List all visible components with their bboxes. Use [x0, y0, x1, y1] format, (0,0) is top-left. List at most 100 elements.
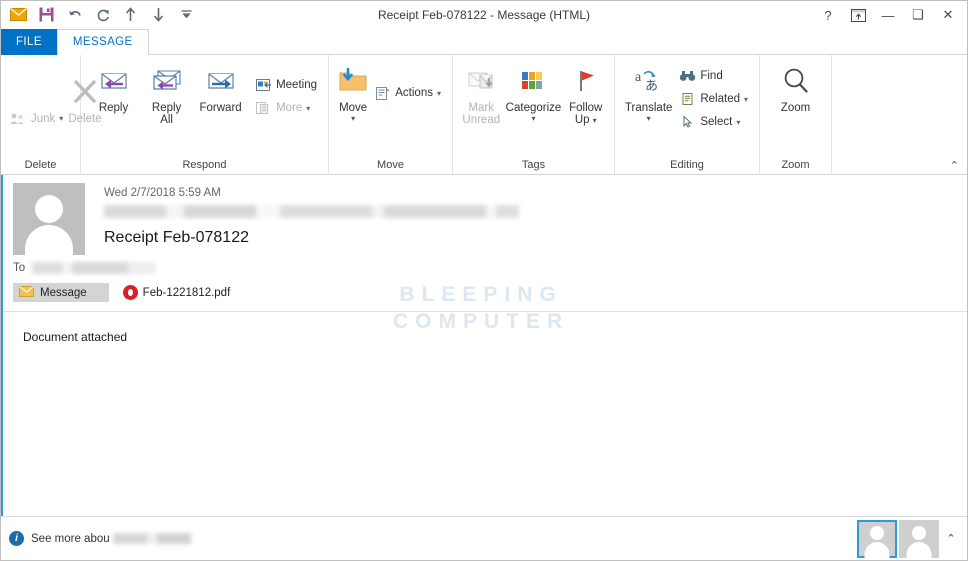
actions-label: Actions [395, 87, 433, 99]
more-caret-icon: ▾ [306, 103, 311, 113]
close-button[interactable]: ✕ [933, 2, 963, 28]
mark-unread-button[interactable]: Mark Unread [459, 60, 504, 138]
translate-icon: a あ [632, 64, 666, 98]
tab-file[interactable]: FILE [1, 29, 57, 55]
people-pane-collapse-icon[interactable]: ⌃ [941, 532, 961, 545]
junk-label: Junk [31, 112, 56, 125]
quick-access-toolbar [1, 5, 196, 24]
more-button[interactable]: More ▾ [252, 97, 322, 119]
people-pane-contact-2[interactable] [899, 519, 939, 558]
next-item-icon[interactable] [149, 5, 168, 24]
message-tab-label: Message [40, 286, 87, 299]
select-label: Select [700, 116, 733, 128]
reply-all-icon [150, 64, 184, 98]
see-more-label: See more abou [31, 532, 110, 545]
categorize-button[interactable]: Categorize ▾ [504, 60, 564, 138]
meeting-button[interactable]: Meeting [252, 74, 322, 96]
ribbon: Junk ▾ Delete Delete Reply Reply All For… [1, 55, 967, 175]
attachment-item[interactable]: Feb-1221812.pdf [122, 285, 231, 300]
categorize-label: Categorize [505, 102, 562, 114]
ribbon-group-delete: Junk ▾ Delete Delete [1, 55, 102, 174]
maximize-button[interactable]: ❑ [903, 2, 933, 28]
avatar-body-icon [25, 225, 73, 255]
select-button[interactable]: Select ▾ [676, 111, 753, 133]
ribbon-tabs: FILE MESSAGE [1, 29, 967, 55]
mail-icon[interactable] [9, 5, 28, 24]
people-pane-contact-1[interactable] [857, 519, 897, 558]
recipient-redacted [32, 262, 157, 274]
find-button[interactable]: Find [676, 65, 753, 87]
translate-label: Translate [624, 102, 673, 114]
message-tab-button[interactable]: Message [13, 283, 109, 302]
junk-button[interactable]: Junk ▾ [7, 108, 68, 130]
categorize-icon [518, 64, 548, 98]
meeting-icon [254, 76, 272, 94]
see-more-name-redacted [112, 533, 191, 544]
ribbon-options-icon[interactable] [843, 2, 873, 28]
ribbon-group-zoom: Zoom Zoom [760, 55, 832, 174]
reply-all-button[interactable]: Reply All [140, 60, 193, 138]
customize-qat-icon[interactable] [177, 5, 196, 24]
previous-item-icon[interactable] [121, 5, 140, 24]
redo-icon[interactable] [93, 5, 112, 24]
ribbon-group-label-editing: Editing [670, 159, 704, 171]
see-more-about-link[interactable]: i See more abou [9, 531, 191, 546]
related-icon [678, 90, 696, 108]
forward-button[interactable]: Forward [193, 60, 248, 138]
related-label: Related [700, 93, 740, 105]
message-attachment-bar: Message Feb-1221812.pdf [13, 283, 967, 302]
actions-icon [373, 84, 391, 102]
actions-caret-icon: ▾ [436, 88, 441, 98]
more-icon [254, 99, 272, 117]
follow-up-label-line2: Up [574, 114, 590, 126]
forward-icon [204, 64, 238, 98]
move-label: Move [339, 102, 368, 114]
sender-address-redacted [104, 205, 519, 218]
help-button[interactable]: ? [813, 2, 843, 28]
people-pane: ⌃ [857, 519, 961, 558]
ribbon-group-label-move: Move [377, 159, 404, 171]
more-label: More [276, 102, 303, 114]
ribbon-group-label-zoom: Zoom [781, 159, 810, 171]
to-label: To [13, 262, 26, 274]
find-label: Find [700, 70, 723, 82]
message-subject: Receipt Feb-078122 [104, 229, 249, 246]
contact-body-icon [906, 541, 932, 558]
translate-caret-icon: ▾ [646, 114, 651, 123]
zoom-button[interactable]: Zoom [768, 60, 824, 138]
reply-all-label-line1: Reply [151, 102, 182, 114]
meeting-label: Meeting [276, 79, 317, 91]
minimize-button[interactable]: — [873, 2, 903, 28]
svg-text:a: a [635, 70, 642, 85]
contact-head-icon [870, 525, 884, 540]
message-body: Document attached [23, 330, 128, 344]
undo-icon[interactable] [65, 5, 84, 24]
move-caret-icon: ▾ [351, 114, 356, 123]
related-caret-icon: ▾ [743, 94, 748, 104]
ribbon-group-label-tags: Tags [521, 159, 546, 171]
follow-up-label-line1: Follow [569, 102, 603, 114]
move-icon [337, 64, 369, 98]
collapse-ribbon-button[interactable]: ⌃ [950, 159, 959, 172]
reading-pane: BLEEPING COMPUTER Wed 2/7/2018 5:59 AM R… [1, 175, 967, 516]
ribbon-group-editing: a あ Translate ▾ Find Related ▾ Select ▾ … [615, 55, 760, 174]
message-envelope-icon [19, 285, 34, 300]
message-header: Wed 2/7/2018 5:59 AM Receipt Feb-078122 [3, 175, 967, 255]
follow-up-button[interactable]: Follow Up ▾ [563, 60, 608, 138]
junk-icon [9, 110, 27, 128]
move-button[interactable]: Move ▾ [335, 60, 371, 138]
actions-button[interactable]: Actions ▾ [371, 82, 446, 104]
title-bar: Receipt Feb-078122 - Message (HTML) ? — … [1, 1, 967, 29]
tab-message[interactable]: MESSAGE [56, 29, 149, 55]
follow-up-caret-icon: ▾ [592, 115, 597, 125]
save-icon[interactable] [37, 5, 56, 24]
translate-button[interactable]: a あ Translate ▾ [621, 60, 676, 138]
attachment-filename: Feb-1221812.pdf [142, 286, 231, 299]
pdf-icon [122, 285, 138, 300]
related-button[interactable]: Related ▾ [676, 88, 753, 110]
reply-button[interactable]: Reply [87, 60, 140, 138]
categorize-caret-icon: ▾ [531, 114, 536, 123]
sender-avatar[interactable] [13, 183, 85, 255]
cursor-icon [678, 113, 696, 131]
svg-text:あ: あ [645, 79, 658, 94]
